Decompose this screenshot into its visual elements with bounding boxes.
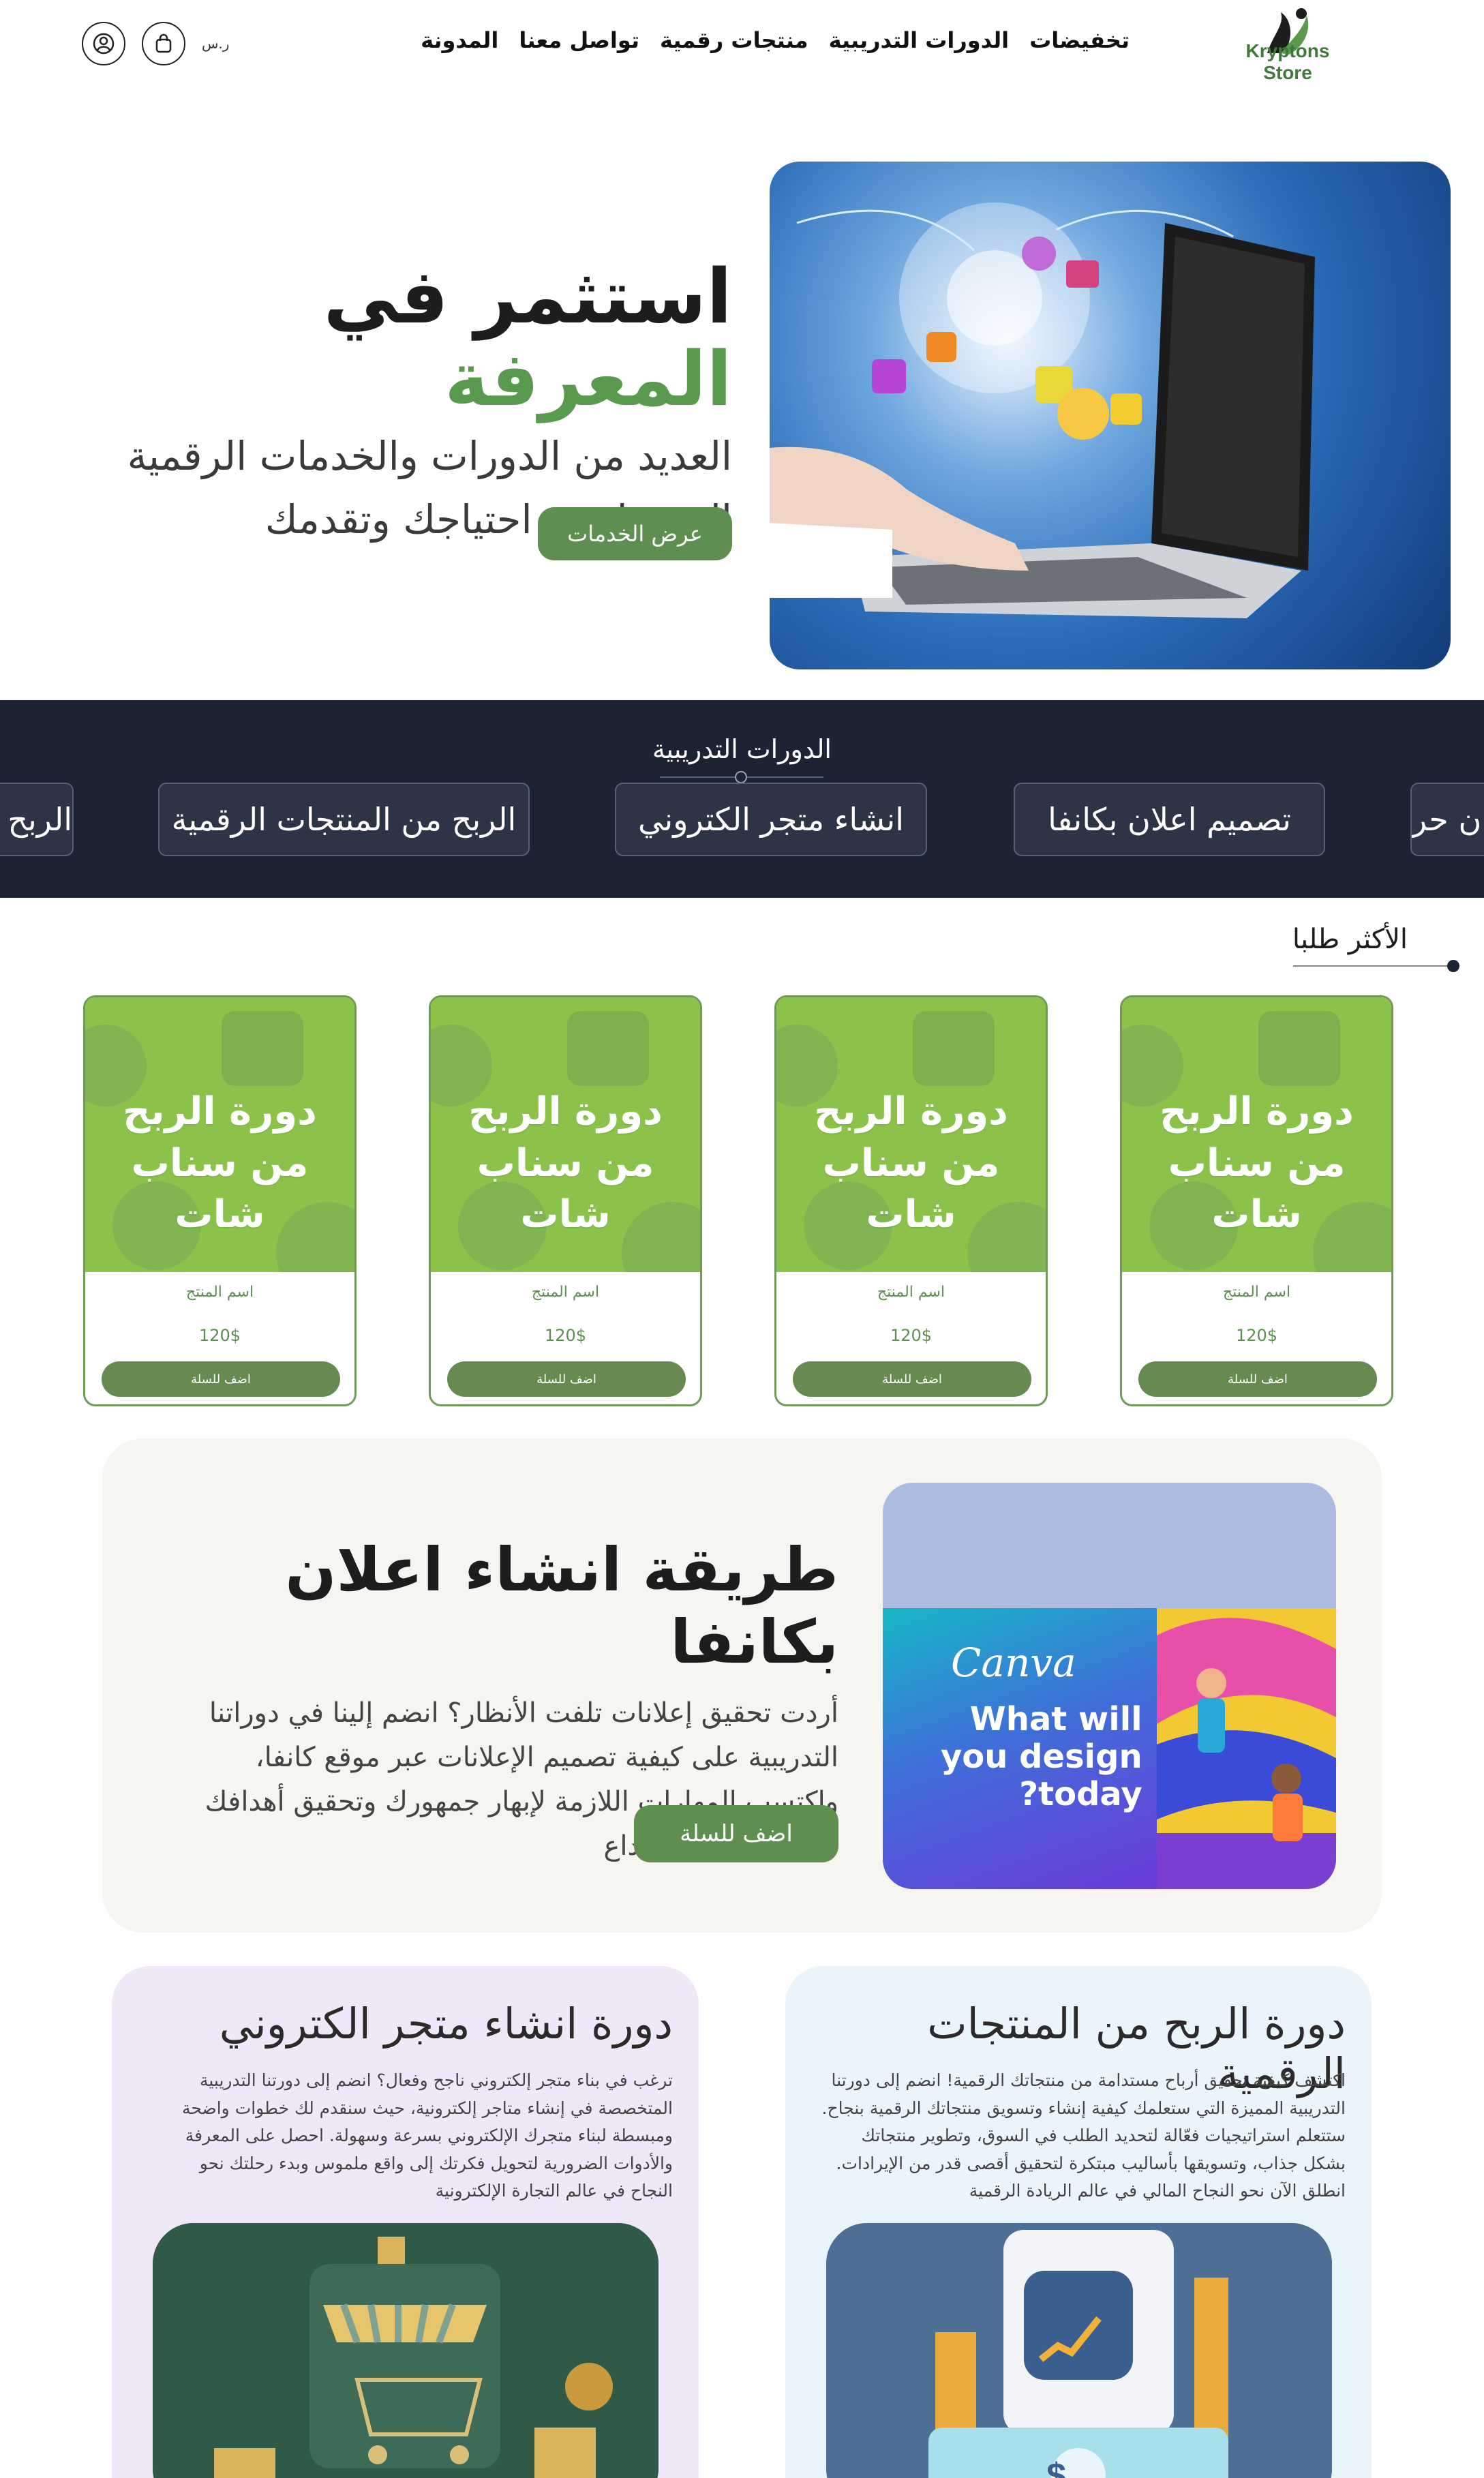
courses-band-dot [735,771,747,783]
course-chip-label: الربح من المنتجات الرقمية [171,801,517,838]
course-chip-digital-products[interactable]: الربح من المنتجات الرقمية [158,783,530,856]
product-image-title-line-1: دورة الربح [468,1089,663,1134]
cart-button[interactable] [142,22,185,65]
canva-course-image: Canva What will you design today? [883,1483,1336,1889]
course-card-description-line: اكتشف كيفية تحقيق أرباح مستدامة من منتجا… [831,2070,1346,2090]
course-chip-label: الربح [7,801,72,838]
featured-add-to-cart-button[interactable]: اضف للسلة [634,1805,838,1862]
product-image-title-line-2: من سناب شات [131,1140,309,1237]
view-services-button[interactable]: عرض الخدمات [538,507,732,560]
course-chip-profit-partial[interactable]: الربح [0,783,74,856]
course-card-description-line: المتخصصة في إنشاء متاجر إلكترونية، حيث س… [181,2098,673,2118]
product-price: 120$ [890,1326,933,1345]
product-image-title: دورة الربح من سناب شات [431,1086,700,1241]
hero-title-accent: المعرفة [444,335,732,423]
online-store-image [153,2223,658,2478]
course-card-description-line: ستتعلم استراتيجيات فعّالة لتحديد الطلب ف… [861,2126,1346,2145]
product-name: اسم المنتج [185,1284,254,1301]
course-card-title: دورة انشاء متجر الكتروني [219,1999,673,2049]
product-card[interactable]: دورة الربح من سناب شات اسم المنتج 120$ ا… [774,995,1048,1406]
nav-item-contact[interactable]: تواصل معنا [519,27,639,53]
product-price: 120$ [544,1326,587,1345]
hero-subtitle-line-1: العديد من الدورات والخدمات الرقمية [127,433,732,479]
canva-illustration [1157,1608,1336,1889]
canva-tagline-line-1: What will [969,1700,1142,1738]
nav-item-blog[interactable]: المدونة [421,27,498,53]
product-image-title: دورة الربح من سناب شات [776,1086,1046,1241]
course-card-digital-products[interactable]: دورة الربح من المنتجات الرقمية اكتشف كيف… [785,1966,1372,2478]
product-card[interactable]: دورة الربح من سناب شات اسم المنتج 120$ ا… [429,995,702,1406]
course-card-online-store[interactable]: دورة انشاء متجر الكتروني ترغب في بناء مت… [112,1966,699,2478]
course-card-description-line: والأدوات الضرورية لتحويل فكرتك إلى واقع … [199,2153,673,2173]
most-requested-title: الأكثر طلبا [1292,924,1408,955]
product-name: اسم المنتج [877,1284,945,1301]
course-chip-label: ن حر [1412,801,1482,838]
featured-course-section: Canva What will you design today? طريقة … [102,1438,1382,1933]
canva-tagline: What will you design today? [900,1700,1142,1814]
user-icon [93,33,115,55]
courses-band-title: الدورات التدريبية [652,734,832,764]
product-image-title: دورة الربح من سناب شات [1122,1086,1391,1241]
hero-title: استثمر في المعرفة [50,256,732,421]
product-image: دورة الربح من سناب شات [85,997,354,1272]
product-image-title: دورة الربح من سناب شات [85,1086,354,1241]
product-image-title-line-2: من سناب شات [1168,1140,1346,1237]
most-requested-dot [1447,960,1459,972]
main-nav: تخفيضات الدورات التدريبية منتجات رقمية ت… [421,27,1130,53]
add-to-cart-button[interactable]: اضف للسلة [102,1361,340,1397]
hero-title-main: استثمر في [323,253,732,340]
header-actions: ر.س [82,22,229,65]
svg-text:$: $ [1046,2456,1066,2478]
course-card-description: اكتشف كيفية تحقيق أرباح مستدامة من منتجا… [811,2067,1346,2205]
course-chip-canva-ads[interactable]: تصميم اعلان بكانفا [1014,783,1325,856]
add-to-cart-button[interactable]: اضف للسلة [793,1361,1031,1397]
canva-tagline-line-2: you design [941,1738,1142,1777]
featured-course-description-line: أردت تحقيق إعلانات تلفت الأنظار؟ انضم إل… [209,1697,838,1729]
product-name: اسم المنتج [1222,1284,1291,1301]
course-chip-label: تصميم اعلان بكانفا [1048,801,1291,838]
product-card[interactable]: دورة الربح من سناب شات اسم المنتج 120$ ا… [1120,995,1393,1406]
course-chip-online-store[interactable]: انشاء متجر الكتروني [615,783,927,856]
add-to-cart-button[interactable]: اضف للسلة [447,1361,686,1397]
course-card-description-line: النجاح في عالم التجارة الإلكترونية [435,2181,673,2201]
product-image-title-line-1: دورة الربح [1160,1089,1354,1134]
course-card-description-line: ترغب في بناء متجر إلكتروني ناجح وفعال؟ ا… [199,2070,673,2090]
product-image-title-line-2: من سناب شات [822,1140,1000,1237]
digital-products-image: $ [826,2223,1332,2478]
canva-tagline-line-3: today? [1019,1775,1142,1814]
hero-image [770,162,1451,669]
course-card-description-line: بشكل جذاب، وتسويقها بأساليب مبتكرة لتحقي… [836,2153,1346,2173]
course-card-description-line: التدريبية المميزة التي ستعلمك كيفية إنشا… [821,2098,1346,2118]
featured-course-title: طريقة انشاء اعلان بكانفا [285,1535,838,1677]
bag-icon [155,33,172,53]
product-card[interactable]: دورة الربح من سناب شات اسم المنتج 120$ ا… [83,995,357,1406]
course-card-description: ترغب في بناء متجر إلكتروني ناجح وفعال؟ ا… [138,2067,673,2205]
account-button[interactable] [82,22,125,65]
courses-band: الدورات التدريبية الربح الربح من المنتجا… [0,700,1484,898]
course-card-description-line: انطلق الآن نحو النجاح المالي في عالم الر… [969,2181,1346,2201]
course-chip-freelance-partial[interactable]: ن حر [1410,783,1484,856]
brand-name: Kryptons Store [1245,40,1330,83]
course-card-description-line: ومبسطة لبناء متجرك الإلكتروني بسرعة وسهو… [185,2126,673,2145]
site-header: Kryptons Store تخفيضات الدورات التدريبية… [0,0,1484,95]
product-price: 120$ [1235,1326,1278,1345]
nav-item-sales[interactable]: تخفيضات [1029,27,1130,53]
product-price: 120$ [198,1326,241,1345]
product-image: دورة الربح من سناب شات [431,997,700,1272]
add-to-cart-button[interactable]: اضف للسلة [1138,1361,1377,1397]
product-image-title-line-1: دورة الربح [123,1089,317,1134]
course-chip-label: انشاء متجر الكتروني [638,801,904,838]
product-image: دورة الربح من سناب شات [776,997,1046,1272]
featured-course-description-line: التدريبية على كيفية تصميم الإعلانات عبر … [255,1741,838,1773]
product-image-title-line-1: دورة الربح [814,1089,1008,1134]
nav-item-courses[interactable]: الدورات التدريبية [829,27,1010,53]
currency-selector[interactable]: ر.س [202,35,229,52]
brand-logo[interactable]: Kryptons Store [1220,5,1356,91]
product-image: دورة الربح من سناب شات [1122,997,1391,1272]
product-image-title-line-2: من سناب شات [476,1140,654,1237]
nav-item-digital-products[interactable]: منتجات رقمية [660,27,808,53]
product-name: اسم المنتج [531,1284,600,1301]
canva-logo: Canva [951,1640,1076,1686]
most-requested-divider [1293,965,1457,967]
